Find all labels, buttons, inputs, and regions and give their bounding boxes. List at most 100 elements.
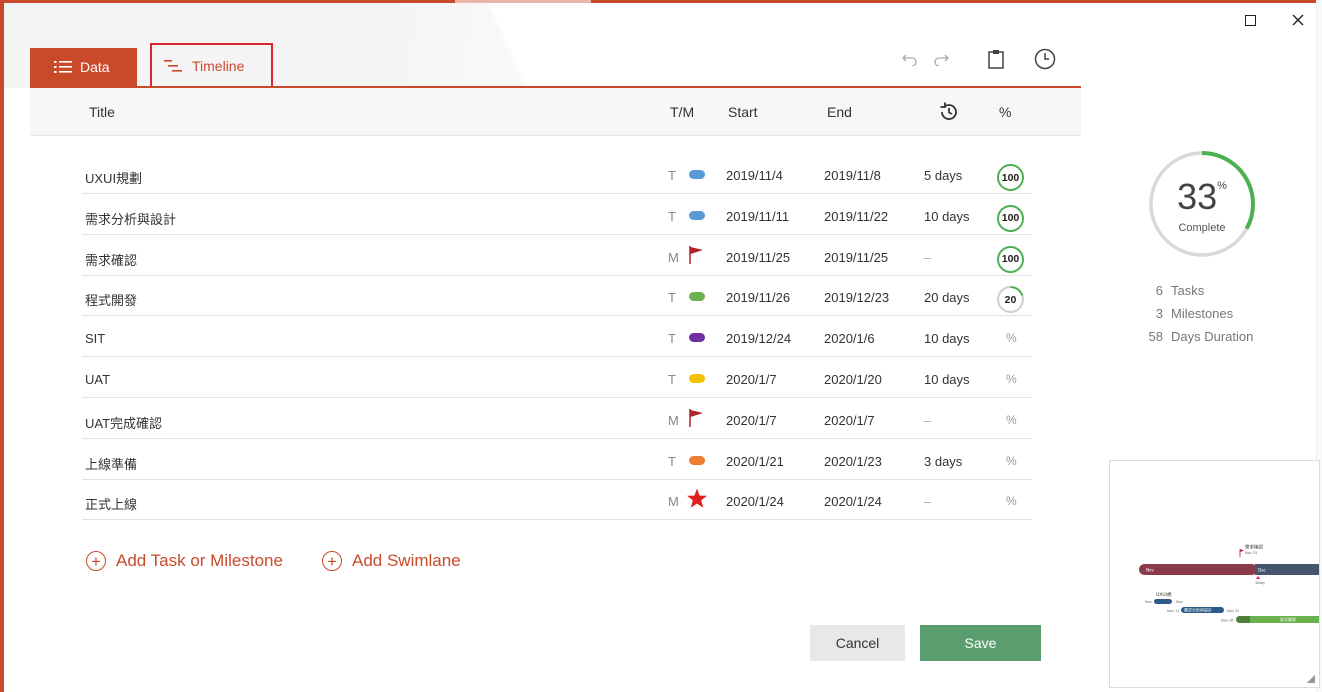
- row-title[interactable]: UAT完成確認: [85, 413, 162, 432]
- add-task-button[interactable]: + Add Task or Milestone: [86, 551, 283, 571]
- percent-placeholder[interactable]: %: [1006, 331, 1017, 345]
- timeline-preview-image: 需求確認 Nov 25 Nov Dec Today UXUI規 Nov Nov …: [1139, 544, 1319, 623]
- percent-placeholder[interactable]: %: [1006, 454, 1017, 468]
- window-controls: [1240, 10, 1308, 30]
- row-duration[interactable]: 10 days: [924, 331, 970, 346]
- row-duration[interactable]: 20 days: [924, 290, 970, 305]
- row-type[interactable]: M: [668, 494, 679, 509]
- table-row[interactable]: UAT完成確認 M 2020/1/7 2020/1/7 –%: [82, 398, 1032, 439]
- row-type[interactable]: T: [668, 454, 676, 469]
- row-start-date[interactable]: 2019/11/11: [726, 209, 789, 224]
- row-duration[interactable]: –: [924, 494, 931, 509]
- tab-data[interactable]: Data: [30, 48, 137, 86]
- table-row[interactable]: 程式開發 T 2019/11/26 2019/12/23 20 days 20: [82, 275, 1032, 317]
- table-row[interactable]: SIT T 2019/12/24 2020/1/6 10 days%: [82, 316, 1032, 358]
- percent-complete-badge[interactable]: 100: [997, 245, 1024, 273]
- stats-list: 6 Tasks 3 Milestones 58 Days Duration: [1147, 279, 1254, 348]
- row-duration[interactable]: 5 days: [924, 168, 962, 183]
- timeline-icon: [164, 59, 182, 72]
- color-pill-icon[interactable]: [689, 374, 705, 383]
- stat-tasks: 6 Tasks: [1155, 283, 1205, 298]
- row-end-date[interactable]: 2019/11/8: [824, 168, 881, 183]
- undo-button[interactable]: [900, 53, 918, 66]
- row-end-date[interactable]: 2019/11/25: [824, 250, 888, 265]
- row-start-date[interactable]: 2019/11/25: [726, 250, 790, 265]
- color-pill-icon[interactable]: [689, 170, 705, 179]
- percent-complete-badge[interactable]: 100: [997, 164, 1024, 191]
- percent-placeholder[interactable]: %: [1006, 494, 1017, 508]
- flag-icon[interactable]: [688, 408, 704, 431]
- row-title[interactable]: 需求分析與設計: [85, 209, 176, 228]
- resize-grip[interactable]: [1307, 675, 1315, 683]
- table-row[interactable]: 需求分析與設計 T 2019/11/11 2019/11/22 10 days 100: [82, 194, 1032, 235]
- percent-complete-badge[interactable]: 20: [997, 286, 1024, 314]
- row-start-date[interactable]: 2020/1/7: [726, 372, 777, 387]
- row-type[interactable]: T: [668, 168, 676, 183]
- row-type[interactable]: T: [668, 290, 676, 305]
- flag-icon[interactable]: [688, 245, 704, 268]
- row-end-date[interactable]: 2019/12/23: [824, 290, 889, 305]
- svg-text:Nov: Nov: [1145, 600, 1152, 604]
- cancel-button[interactable]: Cancel: [810, 625, 905, 661]
- row-duration[interactable]: –: [924, 413, 931, 428]
- row-type[interactable]: T: [668, 209, 676, 224]
- row-title[interactable]: UXUI規劃: [85, 168, 142, 187]
- row-start-date[interactable]: 2020/1/21: [726, 454, 784, 469]
- row-title[interactable]: 正式上線: [85, 494, 137, 513]
- row-start-date[interactable]: 2019/12/24: [726, 331, 791, 346]
- table-row[interactable]: 需求確認 M 2019/11/25 2019/11/25 – 100: [82, 235, 1032, 276]
- color-pill-icon[interactable]: [689, 210, 705, 220]
- color-pill-icon[interactable]: [689, 455, 705, 465]
- tab-timeline[interactable]: Timeline: [150, 43, 273, 88]
- row-duration[interactable]: 10 days: [924, 372, 970, 387]
- row-title[interactable]: 需求確認: [85, 250, 137, 269]
- clipboard-button[interactable]: [988, 49, 1004, 69]
- row-end-date[interactable]: 2020/1/6: [824, 331, 875, 346]
- maximize-icon: [1244, 14, 1256, 26]
- row-start-date[interactable]: 2019/11/26: [726, 290, 790, 305]
- color-pill-icon[interactable]: [689, 292, 705, 302]
- progress-value: 33%: [1148, 176, 1256, 218]
- row-start-date[interactable]: 2019/11/4: [726, 168, 783, 183]
- preview-task-analysis: Nov 11 需求分析與設計 Nov 22: [1167, 607, 1239, 613]
- row-type[interactable]: T: [668, 372, 676, 387]
- timeline-preview[interactable]: 需求確認 Nov 25 Nov Dec Today UXUI規 Nov Nov …: [1109, 460, 1320, 688]
- save-button[interactable]: Save: [920, 625, 1041, 661]
- history-button[interactable]: [1034, 48, 1056, 70]
- maximize-button[interactable]: [1240, 10, 1260, 30]
- row-type[interactable]: T: [668, 331, 676, 346]
- row-title[interactable]: 程式開發: [85, 290, 137, 309]
- row-duration[interactable]: 10 days: [924, 209, 970, 224]
- row-start-date[interactable]: 2020/1/7: [726, 413, 777, 428]
- table-row[interactable]: 上線準備 T 2020/1/21 2020/1/23 3 days%: [82, 439, 1032, 480]
- row-title[interactable]: SIT: [85, 331, 105, 346]
- redo-button[interactable]: [932, 53, 950, 66]
- row-duration[interactable]: 3 days: [924, 454, 962, 469]
- row-end-date[interactable]: 2020/1/24: [824, 494, 882, 509]
- row-title[interactable]: UAT: [85, 372, 110, 387]
- table-row[interactable]: UXUI規劃 T 2019/11/4 2019/11/8 5 days 100: [82, 153, 1032, 194]
- row-end-date[interactable]: 2020/1/7: [824, 413, 875, 428]
- row-type[interactable]: M: [668, 413, 679, 428]
- row-start-date[interactable]: 2020/1/24: [726, 494, 784, 509]
- svg-text:Nov 26: Nov 26: [1221, 619, 1233, 623]
- row-end-date[interactable]: 2020/1/20: [824, 372, 882, 387]
- table-row[interactable]: 正式上線 M 2020/1/24 2020/1/24 –%: [82, 479, 1032, 521]
- percent-placeholder[interactable]: %: [1006, 372, 1017, 386]
- row-duration[interactable]: –: [924, 250, 931, 265]
- percent-placeholder[interactable]: %: [1006, 413, 1017, 427]
- color-pill-icon[interactable]: [689, 333, 705, 343]
- preview-task-uxui: UXUI規 Nov Nov: [1145, 591, 1183, 604]
- header-end: End: [827, 104, 852, 120]
- row-end-date[interactable]: 2020/1/23: [824, 454, 882, 469]
- star-icon[interactable]: [686, 488, 708, 512]
- row-type[interactable]: M: [668, 250, 679, 265]
- progress-label: Complete: [1178, 222, 1226, 234]
- close-button[interactable]: [1288, 10, 1308, 30]
- stat-duration: 58 Days Duration: [1148, 329, 1254, 344]
- row-title[interactable]: 上線準備: [85, 454, 137, 473]
- row-end-date[interactable]: 2019/11/22: [824, 209, 888, 224]
- percent-complete-badge[interactable]: 100: [997, 204, 1024, 232]
- table-row[interactable]: UAT T 2020/1/7 2020/1/20 10 days%: [82, 357, 1032, 398]
- add-swimlane-button[interactable]: + Add Swimlane: [322, 551, 461, 571]
